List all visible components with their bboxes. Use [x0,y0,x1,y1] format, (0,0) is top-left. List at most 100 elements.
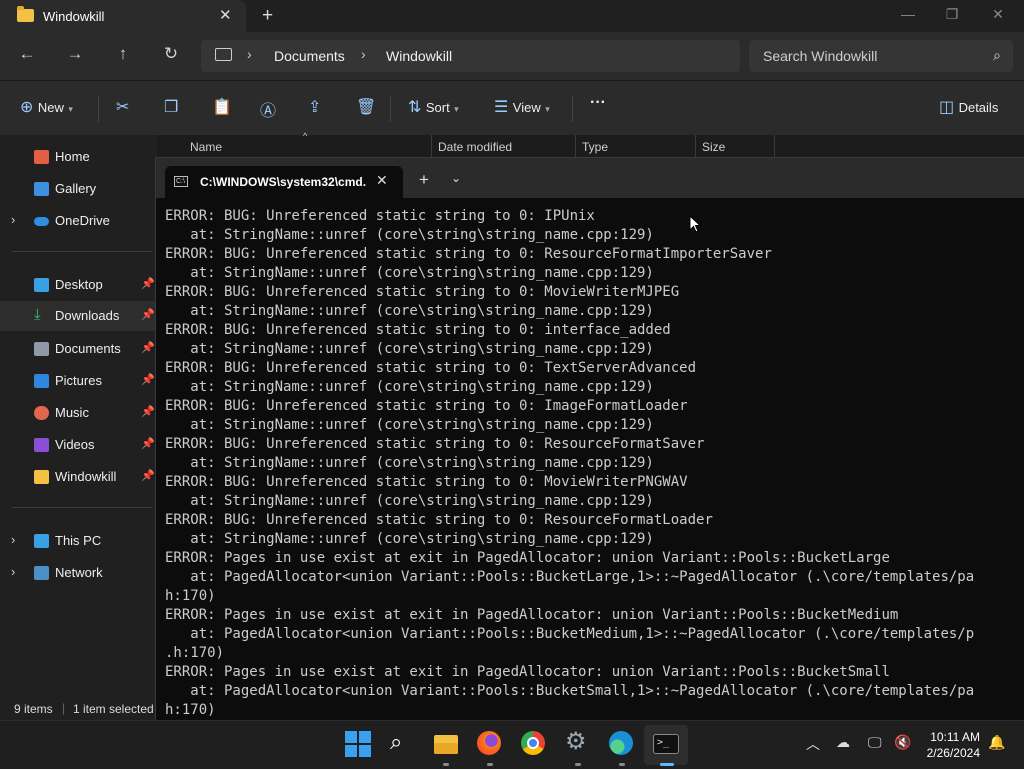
sidebar-item-home[interactable]: Home [0,142,156,172]
mouse-cursor-icon [689,215,701,233]
terminal-icon[interactable]: >_ [653,731,679,757]
explorer-tab[interactable]: Windowkill ✕ [0,0,246,32]
chrome-icon[interactable] [521,731,547,757]
column-divider[interactable] [695,135,696,157]
rename-button[interactable]: Ⓐ [260,97,276,121]
details-pane-icon: ◫ [939,99,955,116]
breadcrumb-documents[interactable]: Documents [274,48,345,64]
sidebar-item-downloads[interactable]: ⤓ Downloads 📌 [0,301,156,331]
up-arrow-icon[interactable]: ↑ [112,44,134,64]
terminal-line: .h:170) [165,645,225,661]
column-header-size[interactable]: Size [702,140,725,154]
share-button[interactable]: ⇪ [308,97,321,117]
maximize-button[interactable]: ❐ [937,6,967,23]
notification-bell-icon[interactable]: 🔔 [988,734,1005,751]
breadcrumb-windowkill[interactable]: Windowkill [386,48,452,64]
column-divider[interactable] [575,135,576,157]
sidebar-item-label: Windowkill [55,469,117,484]
sidebar-item-desktop[interactable]: Desktop 📌 [0,270,156,300]
close-tab-icon[interactable]: ✕ [376,172,388,189]
sidebar-item-gallery[interactable]: Gallery [0,174,156,204]
new-terminal-tab-button[interactable]: + [419,170,429,190]
sidebar-item-documents[interactable]: Documents 📌 [0,334,156,364]
sidebar-item-pictures[interactable]: Pictures 📌 [0,366,156,396]
back-arrow-icon[interactable]: ← [16,44,38,64]
terminal-tab[interactable]: C:\ C:\WINDOWS\system32\cmd. ✕ [165,166,403,198]
video-icon [34,438,49,452]
search-box[interactable]: Search Windowkill ⌕ [749,40,1013,72]
refresh-icon[interactable]: ↻ [160,44,182,64]
sidebar-item-network[interactable]: › Network [0,558,156,588]
sidebar-item-this-pc[interactable]: › This PC [0,526,156,556]
cut-button[interactable]: ✂ [116,97,129,117]
column-divider[interactable] [431,135,432,157]
divider [12,251,152,252]
scissors-icon: ✂ [116,99,130,116]
search-input[interactable]: Search Windowkill [763,48,877,64]
terminal-line: ERROR: BUG: Unreferenced static string t… [165,398,688,414]
details-button[interactable]: ◫ Details [939,97,998,117]
onedrive-offline-icon[interactable]: ☁ [836,734,850,751]
status-bar: 9 items | 1 item selected [0,697,157,720]
gallery-icon [34,182,49,196]
pin-icon: 📌 [141,470,155,482]
terminal-line: ERROR: BUG: Unreferenced static string t… [165,322,671,338]
sidebar-item-music[interactable]: Music 📌 [0,398,156,428]
new-tab-button[interactable]: + [262,5,273,27]
chevron-up-icon[interactable]: ︿ [806,734,820,754]
column-header-name[interactable]: Name [190,140,222,154]
sort-button[interactable]: ⇅ Sort ▾ [408,97,459,117]
terminal-output[interactable]: ERROR: BUG: Unreferenced static string t… [165,207,974,720]
forward-arrow-icon[interactable]: → [64,44,86,64]
settings-gear-icon[interactable]: ⚙ [565,727,591,755]
firefox-icon[interactable] [477,731,503,757]
terminal-line: at: StringName::unref (core\string\strin… [165,227,654,243]
close-tab-icon[interactable]: ✕ [219,6,232,24]
new-button[interactable]: ⊕ New ▾ [20,97,73,117]
chevron-down-icon[interactable]: ⌄ [451,171,461,185]
divider [390,96,391,122]
sidebar-item-videos[interactable]: Videos 📌 [0,430,156,460]
close-window-button[interactable]: ✕ [983,6,1013,23]
chevron-right-icon: › [247,46,252,62]
running-indicator [487,763,493,766]
chevron-right-icon[interactable]: › [11,212,15,227]
share-icon: ⇪ [308,99,322,116]
sidebar-item-label: Music [55,405,89,420]
view-button[interactable]: ☰ View ▾ [494,97,550,117]
volume-muted-icon[interactable]: 🔇 [894,734,911,751]
column-divider[interactable] [774,135,775,157]
more-options-button[interactable]: ··· [590,94,606,112]
delete-button[interactable]: 🗑 [356,97,376,117]
sidebar-item-windowkill[interactable]: Windowkill 📌 [0,462,156,492]
copy-button[interactable]: ❐ [164,97,178,117]
terminal-line: ERROR: BUG: Unreferenced static string t… [165,246,772,262]
address-bar[interactable]: › Documents › Windowkill [201,40,740,72]
taskbar: ⌕ ⚙ >_ ︿ ☁ 🖵 🔇 10:11 AM 2/26/2024 🔔 [0,720,1024,769]
pin-icon: 📌 [141,438,155,450]
date: 2/26/2024 [926,746,980,760]
windows-start-icon[interactable] [345,731,371,757]
search-icon[interactable]: ⌕ [390,729,416,755]
computer-icon [34,534,49,548]
pictures-icon [34,374,49,388]
terminal-line: at: StringName::unref (core\string\strin… [165,341,654,357]
chevron-right-icon[interactable]: › [11,564,15,579]
pin-icon: 📌 [141,342,155,354]
column-header-type[interactable]: Type [582,140,608,154]
terminal-window[interactable]: C:\ C:\WINDOWS\system32\cmd. ✕ + ⌄ ERROR… [155,157,1024,721]
file-explorer-icon[interactable] [433,731,459,757]
clock[interactable]: 10:11 AM 2/26/2024 [927,729,980,761]
column-header-date-modified[interactable]: Date modified [438,140,512,154]
sidebar-item-label: This PC [55,533,102,548]
document-icon [34,342,49,356]
chevron-right-icon: › [361,46,366,62]
paste-button[interactable]: 📋 [212,97,232,117]
chevron-right-icon[interactable]: › [11,532,15,547]
minimize-button[interactable]: — [893,6,923,22]
sidebar-item-onedrive[interactable]: › OneDrive [0,206,156,236]
download-icon: ⤓ [34,306,41,323]
edge-icon[interactable] [609,731,635,757]
network-icon [34,566,49,580]
network-icon[interactable]: 🖵 [868,734,882,751]
